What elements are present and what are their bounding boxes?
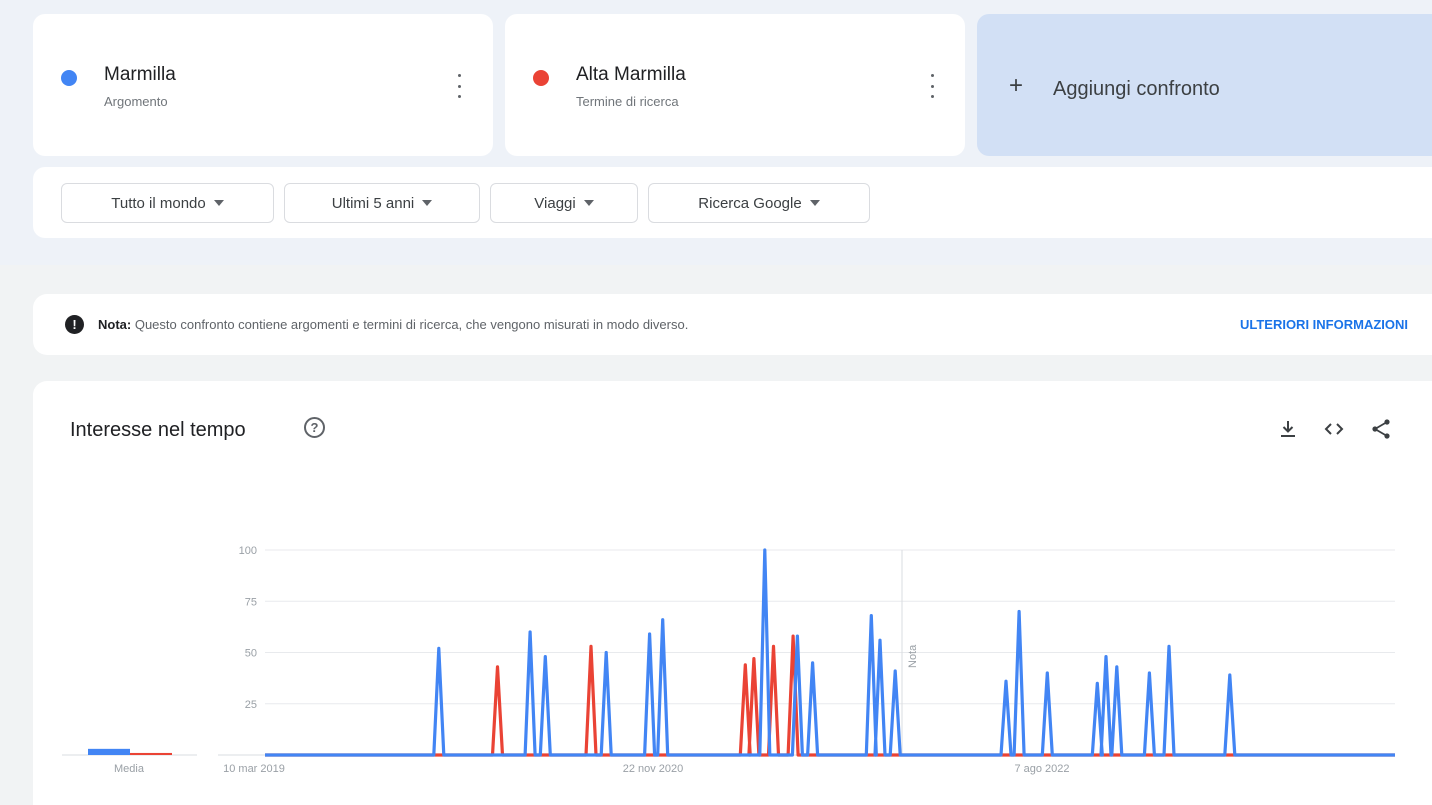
average-label: Media [114,763,145,775]
note-marker-label: Nota [907,644,919,668]
y-tick-label: 75 [245,596,257,608]
average-bar [130,752,172,755]
y-tick-label: 50 [245,648,257,660]
y-tick-label: 25 [245,699,257,711]
y-tick-label: 100 [239,545,257,557]
x-tick-label: 7 ago 2022 [1014,763,1069,775]
x-tick-label: 10 mar 2019 [223,763,285,775]
average-bar [88,748,130,755]
x-tick-label: 22 nov 2020 [623,763,684,775]
interest-chart: 25 50 75 100 10 mar 2019 22 nov 2020 7 ago 202… [62,545,1395,775]
